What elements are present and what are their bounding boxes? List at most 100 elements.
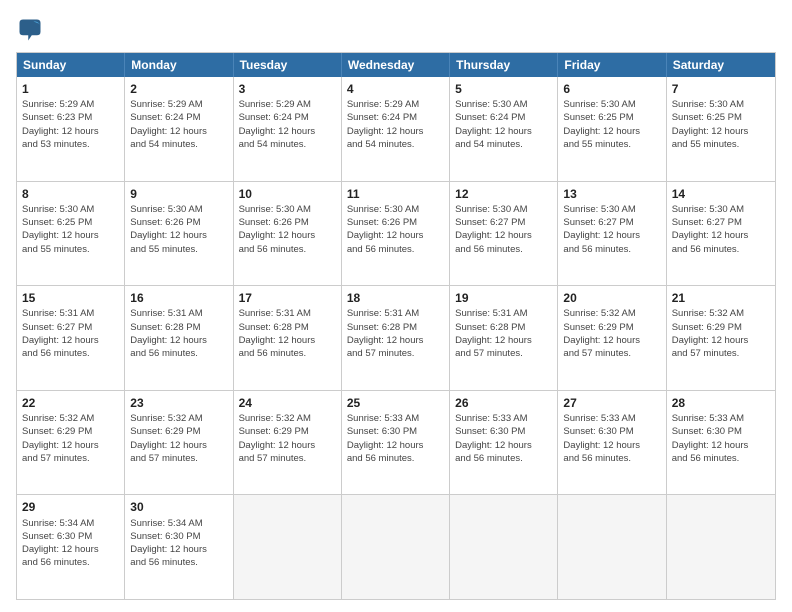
day-info: Sunrise: 5:31 AM Sunset: 6:28 PM Dayligh… [130, 307, 227, 360]
day-info: Sunrise: 5:30 AM Sunset: 6:24 PM Dayligh… [455, 98, 552, 151]
day-cell-6: 6Sunrise: 5:30 AM Sunset: 6:25 PM Daylig… [558, 77, 666, 181]
day-number: 29 [22, 499, 119, 515]
day-number: 21 [672, 290, 770, 306]
empty-cell [342, 495, 450, 599]
day-cell-20: 20Sunrise: 5:32 AM Sunset: 6:29 PM Dayli… [558, 286, 666, 390]
day-info: Sunrise: 5:32 AM Sunset: 6:29 PM Dayligh… [563, 307, 660, 360]
day-number: 7 [672, 81, 770, 97]
header-day-wednesday: Wednesday [342, 53, 450, 77]
day-number: 24 [239, 395, 336, 411]
calendar-body: 1Sunrise: 5:29 AM Sunset: 6:23 PM Daylig… [17, 77, 775, 599]
day-number: 15 [22, 290, 119, 306]
day-number: 17 [239, 290, 336, 306]
day-cell-7: 7Sunrise: 5:30 AM Sunset: 6:25 PM Daylig… [667, 77, 775, 181]
day-number: 10 [239, 186, 336, 202]
day-number: 6 [563, 81, 660, 97]
day-info: Sunrise: 5:30 AM Sunset: 6:25 PM Dayligh… [672, 98, 770, 151]
header-day-thursday: Thursday [450, 53, 558, 77]
calendar-week-2: 8Sunrise: 5:30 AM Sunset: 6:25 PM Daylig… [17, 181, 775, 286]
day-cell-29: 29 Sunrise: 5:34 AM Sunset: 6:30 PM Dayli… [17, 495, 125, 599]
day-cell-10: 10Sunrise: 5:30 AM Sunset: 6:26 PM Dayli… [234, 182, 342, 286]
day-number: 13 [563, 186, 660, 202]
day-info: Sunrise: 5:30 AM Sunset: 6:26 PM Dayligh… [347, 203, 444, 256]
day-info: Sunrise: 5:29 AM Sunset: 6:24 PM Dayligh… [130, 98, 227, 151]
day-info: Sunrise: 5:30 AM Sunset: 6:27 PM Dayligh… [563, 203, 660, 256]
day-number: 16 [130, 290, 227, 306]
empty-cell [450, 495, 558, 599]
day-cell-16: 16Sunrise: 5:31 AM Sunset: 6:28 PM Dayli… [125, 286, 233, 390]
day-number: 18 [347, 290, 444, 306]
day-number: 1 [22, 81, 119, 97]
header-day-friday: Friday [558, 53, 666, 77]
day-cell-21: 21Sunrise: 5:32 AM Sunset: 6:29 PM Dayli… [667, 286, 775, 390]
day-info: Sunrise: 5:30 AM Sunset: 6:25 PM Dayligh… [563, 98, 660, 151]
day-info: Sunrise: 5:31 AM Sunset: 6:27 PM Dayligh… [22, 307, 119, 360]
day-info: Sunrise: 5:29 AM Sunset: 6:24 PM Dayligh… [347, 98, 444, 151]
day-info: Sunrise: 5:31 AM Sunset: 6:28 PM Dayligh… [347, 307, 444, 360]
day-cell-5: 5Sunrise: 5:30 AM Sunset: 6:24 PM Daylig… [450, 77, 558, 181]
day-cell-12: 12Sunrise: 5:30 AM Sunset: 6:27 PM Dayli… [450, 182, 558, 286]
day-info: Sunrise: 5:30 AM Sunset: 6:27 PM Dayligh… [455, 203, 552, 256]
day-number: 28 [672, 395, 770, 411]
header-day-tuesday: Tuesday [234, 53, 342, 77]
day-number: 11 [347, 186, 444, 202]
day-cell-24: 24Sunrise: 5:32 AM Sunset: 6:29 PM Dayli… [234, 391, 342, 495]
day-number: 8 [22, 186, 119, 202]
day-info: Sunrise: 5:33 AM Sunset: 6:30 PM Dayligh… [563, 412, 660, 465]
day-cell-26: 26Sunrise: 5:33 AM Sunset: 6:30 PM Dayli… [450, 391, 558, 495]
calendar-header: SundayMondayTuesdayWednesdayThursdayFrid… [17, 53, 775, 77]
day-number: 22 [22, 395, 119, 411]
empty-cell [234, 495, 342, 599]
day-cell-2: 2Sunrise: 5:29 AM Sunset: 6:24 PM Daylig… [125, 77, 233, 181]
header-day-saturday: Saturday [667, 53, 775, 77]
day-info: Sunrise: 5:32 AM Sunset: 6:29 PM Dayligh… [130, 412, 227, 465]
day-cell-3: 3Sunrise: 5:29 AM Sunset: 6:24 PM Daylig… [234, 77, 342, 181]
calendar-week-3: 15Sunrise: 5:31 AM Sunset: 6:27 PM Dayli… [17, 285, 775, 390]
day-info: Sunrise: 5:32 AM Sunset: 6:29 PM Dayligh… [672, 307, 770, 360]
day-info: Sunrise: 5:32 AM Sunset: 6:29 PM Dayligh… [239, 412, 336, 465]
day-number: 20 [563, 290, 660, 306]
empty-cell [667, 495, 775, 599]
day-number: 3 [239, 81, 336, 97]
day-number: 25 [347, 395, 444, 411]
day-cell-9: 9Sunrise: 5:30 AM Sunset: 6:26 PM Daylig… [125, 182, 233, 286]
day-number: 23 [130, 395, 227, 411]
day-cell-30: 30Sunrise: 5:34 AM Sunset: 6:30 PM Dayli… [125, 495, 233, 599]
day-info: Sunrise: 5:31 AM Sunset: 6:28 PM Dayligh… [455, 307, 552, 360]
day-number: 19 [455, 290, 552, 306]
day-cell-4: 4Sunrise: 5:29 AM Sunset: 6:24 PM Daylig… [342, 77, 450, 181]
day-number: 2 [130, 81, 227, 97]
day-cell-13: 13Sunrise: 5:30 AM Sunset: 6:27 PM Dayli… [558, 182, 666, 286]
day-info: Sunrise: 5:32 AM Sunset: 6:29 PM Dayligh… [22, 412, 119, 465]
day-info: Sunrise: 5:30 AM Sunset: 6:26 PM Dayligh… [239, 203, 336, 256]
day-cell-28: 28Sunrise: 5:33 AM Sunset: 6:30 PM Dayli… [667, 391, 775, 495]
day-info: Sunrise: 5:30 AM Sunset: 6:26 PM Dayligh… [130, 203, 227, 256]
day-info: Sunrise: 5:33 AM Sunset: 6:30 PM Dayligh… [347, 412, 444, 465]
day-cell-17: 17Sunrise: 5:31 AM Sunset: 6:28 PM Dayli… [234, 286, 342, 390]
day-number: 4 [347, 81, 444, 97]
day-info: Sunrise: 5:31 AM Sunset: 6:28 PM Dayligh… [239, 307, 336, 360]
day-number: 9 [130, 186, 227, 202]
day-number: 26 [455, 395, 552, 411]
day-cell-25: 25Sunrise: 5:33 AM Sunset: 6:30 PM Dayli… [342, 391, 450, 495]
day-info: Sunrise: 5:34 AM Sunset: 6:30 PM Dayligh… [22, 517, 119, 570]
day-info: Sunrise: 5:30 AM Sunset: 6:27 PM Dayligh… [672, 203, 770, 256]
calendar: SundayMondayTuesdayWednesdayThursdayFrid… [16, 52, 776, 600]
day-number: 14 [672, 186, 770, 202]
calendar-week-1: 1Sunrise: 5:29 AM Sunset: 6:23 PM Daylig… [17, 77, 775, 181]
day-cell-19: 19Sunrise: 5:31 AM Sunset: 6:28 PM Dayli… [450, 286, 558, 390]
calendar-week-5: 29 Sunrise: 5:34 AM Sunset: 6:30 PM Dayli… [17, 494, 775, 599]
day-cell-1: 1Sunrise: 5:29 AM Sunset: 6:23 PM Daylig… [17, 77, 125, 181]
day-info: Sunrise: 5:33 AM Sunset: 6:30 PM Dayligh… [672, 412, 770, 465]
day-info: Sunrise: 5:33 AM Sunset: 6:30 PM Dayligh… [455, 412, 552, 465]
logo [16, 16, 48, 44]
day-cell-8: 8Sunrise: 5:30 AM Sunset: 6:25 PM Daylig… [17, 182, 125, 286]
header-day-monday: Monday [125, 53, 233, 77]
day-number: 27 [563, 395, 660, 411]
calendar-week-4: 22Sunrise: 5:32 AM Sunset: 6:29 PM Dayli… [17, 390, 775, 495]
day-cell-18: 18Sunrise: 5:31 AM Sunset: 6:28 PM Dayli… [342, 286, 450, 390]
day-cell-23: 23Sunrise: 5:32 AM Sunset: 6:29 PM Dayli… [125, 391, 233, 495]
day-number: 5 [455, 81, 552, 97]
day-cell-14: 14Sunrise: 5:30 AM Sunset: 6:27 PM Dayli… [667, 182, 775, 286]
day-cell-11: 11Sunrise: 5:30 AM Sunset: 6:26 PM Dayli… [342, 182, 450, 286]
